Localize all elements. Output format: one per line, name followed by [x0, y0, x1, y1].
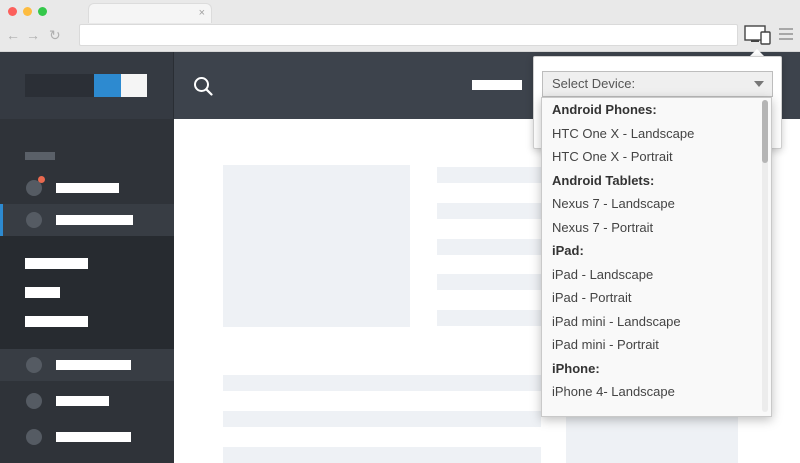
text-line-placeholder [437, 239, 543, 255]
device-option[interactable]: iPad mini - Portrait [542, 333, 771, 357]
device-option[interactable]: iPhone 4- Landscape [542, 380, 771, 404]
sidebar-item-label [56, 432, 131, 442]
sidebar-item-label [56, 360, 131, 370]
submenu-item[interactable] [25, 258, 88, 269]
device-group-header: iPhone: [552, 360, 600, 376]
responsive-devices-icon[interactable] [744, 25, 772, 45]
sidebar-item-label [56, 183, 119, 193]
logo-block-white [121, 74, 147, 97]
device-options-list[interactable]: Android Phones: HTC One X - Landscape HTC … [541, 97, 772, 417]
device-option[interactable]: iPad mini - Landscape [542, 310, 771, 334]
text-line-placeholder [223, 375, 541, 391]
sidebar [0, 119, 174, 463]
device-option[interactable]: iPad - Landscape [542, 263, 771, 287]
chevron-down-icon [754, 81, 764, 87]
text-line-placeholder [223, 411, 541, 427]
card-placeholder [566, 409, 738, 463]
sidebar-item-icon [26, 357, 42, 373]
logo-block-dark [25, 74, 94, 97]
maximize-window-button[interactable] [38, 7, 47, 16]
logo[interactable] [0, 52, 174, 119]
device-options: Android Phones: HTC One X - Landscape HTC … [542, 98, 771, 404]
reload-icon[interactable]: ↻ [49, 27, 61, 43]
text-line-placeholder [223, 447, 541, 463]
device-select[interactable]: Select Device: [542, 71, 773, 97]
scrollbar-thumb[interactable] [762, 100, 768, 163]
forward-icon[interactable]: → [26, 27, 40, 43]
sidebar-item-active[interactable] [0, 204, 174, 236]
device-group-header: Android Tablets: [552, 172, 655, 188]
back-icon[interactable]: ← [6, 27, 20, 43]
device-group-header: iPad: [552, 243, 584, 258]
sidebar-item-icon [26, 429, 42, 445]
sidebar-submenu [0, 236, 174, 349]
device-option[interactable]: HTC One X - Portrait [542, 145, 771, 169]
text-line-placeholder [437, 274, 543, 290]
device-option[interactable]: iPad - Portrait [542, 286, 771, 310]
submenu-item[interactable] [25, 287, 60, 298]
device-option[interactable]: Nexus 7 - Portrait [542, 216, 771, 240]
text-line-placeholder [437, 310, 543, 326]
sidebar-section-label [25, 152, 55, 160]
header-nav-item[interactable] [472, 80, 522, 90]
search-icon[interactable] [193, 76, 213, 96]
popover-arrow [750, 49, 764, 56]
logo-block-blue [94, 74, 121, 97]
tab-close-icon[interactable]: × [199, 6, 205, 20]
text-line-placeholder [437, 167, 543, 183]
close-window-button[interactable] [8, 7, 17, 16]
device-option[interactable]: HTC One X - Landscape [542, 122, 771, 146]
sidebar-item[interactable] [0, 421, 174, 453]
image-placeholder [223, 165, 410, 327]
device-select-placeholder: Select Device: [552, 76, 636, 91]
notification-badge [38, 176, 45, 183]
device-option[interactable]: Nexus 7 - Landscape [542, 192, 771, 216]
browser-menu-icon[interactable] [779, 28, 793, 40]
sidebar-item-icon [26, 212, 42, 228]
sidebar-item-label [56, 396, 109, 406]
sidebar-item[interactable] [0, 385, 174, 417]
sidebar-item[interactable] [0, 172, 174, 204]
sidebar-item-icon [26, 393, 42, 409]
browser-tab[interactable]: × [88, 3, 212, 23]
submenu-item[interactable] [25, 316, 88, 327]
text-line-placeholder [437, 203, 543, 219]
address-bar[interactable] [79, 24, 738, 46]
minimize-window-button[interactable] [23, 7, 32, 16]
sidebar-item-label [56, 215, 133, 225]
sidebar-item[interactable] [0, 349, 174, 381]
device-group-header: Android Phones: [552, 102, 657, 117]
browser-chrome: × ← → ↻ [0, 0, 800, 52]
